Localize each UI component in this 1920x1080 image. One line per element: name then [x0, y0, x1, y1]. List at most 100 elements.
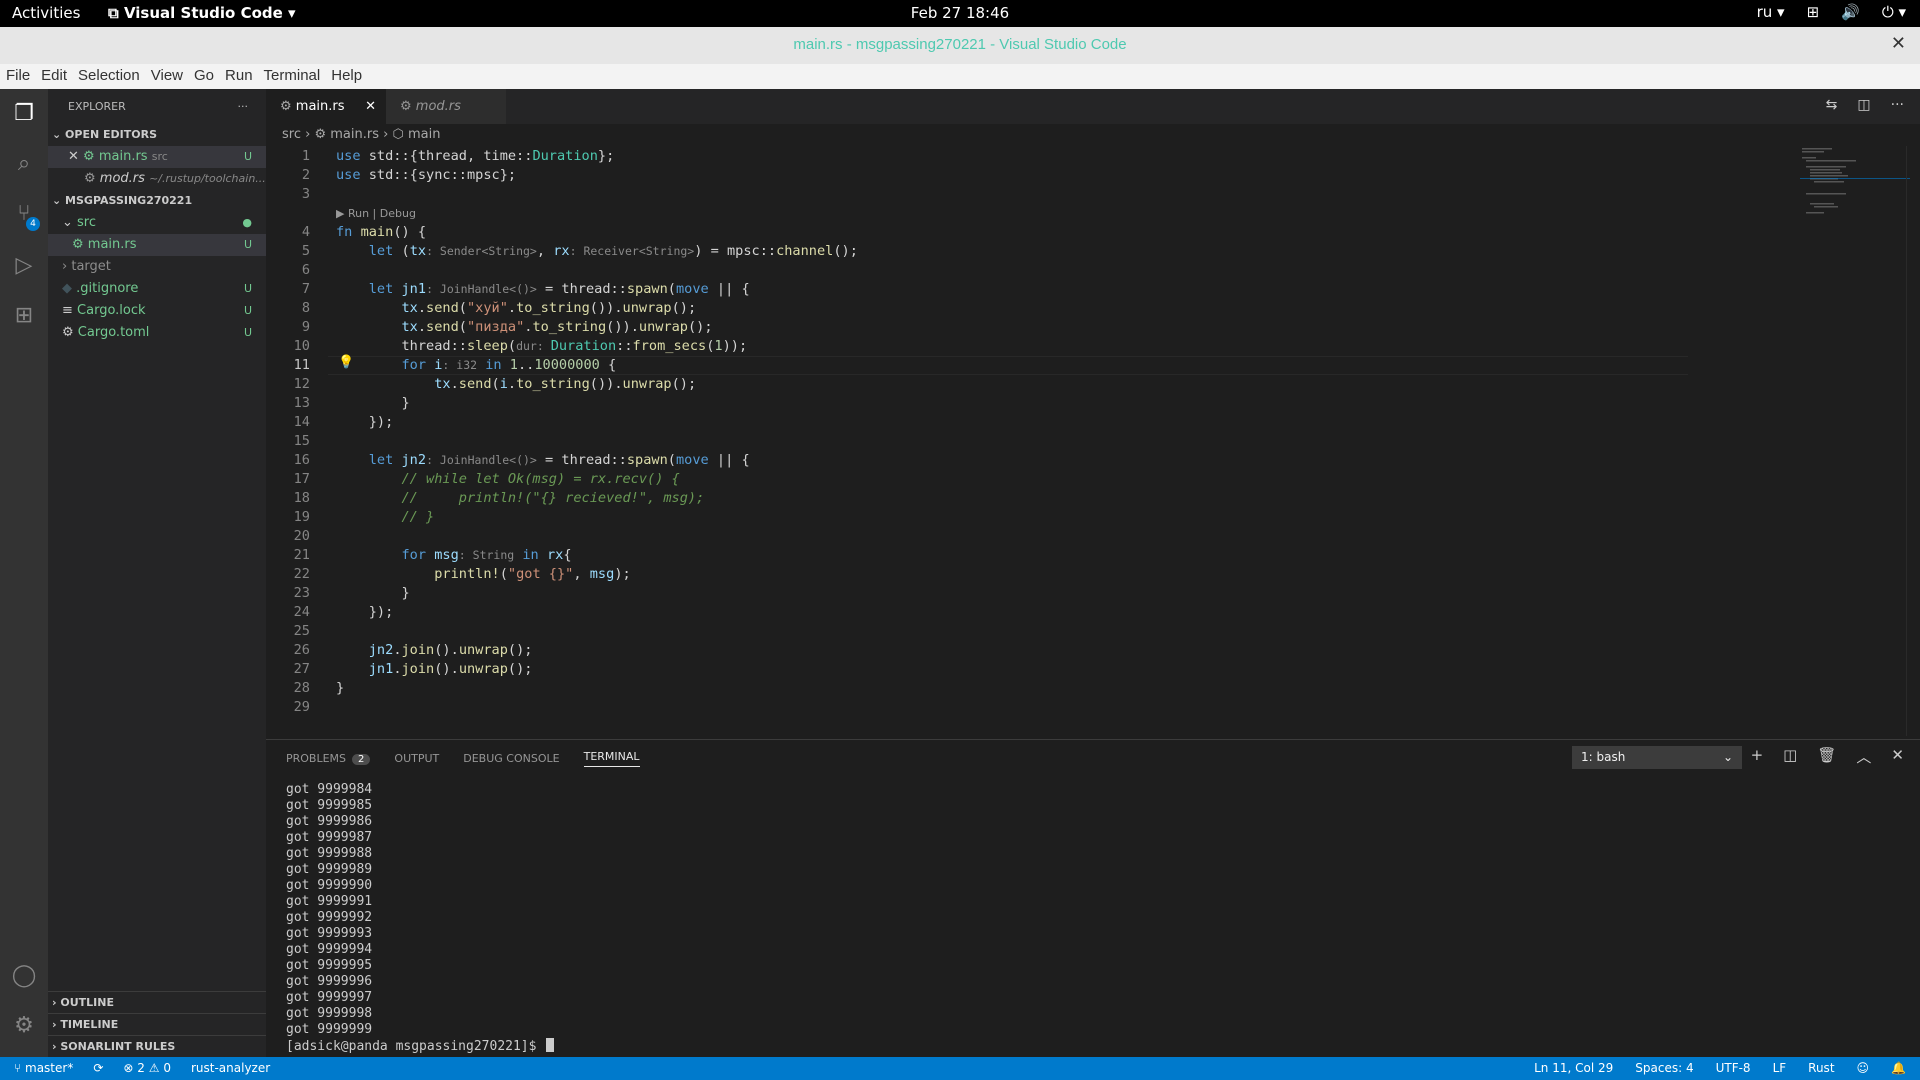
language-mode[interactable]: Rust — [1808, 1057, 1834, 1080]
tab-main-rs[interactable]: ⚙ main.rs ✕ — [266, 89, 386, 124]
code-line[interactable]: use std::{thread, time::Duration}; — [336, 148, 614, 164]
close-panel-icon[interactable]: ✕ — [1891, 746, 1904, 767]
close-window-icon[interactable]: ✕ — [1891, 33, 1906, 54]
code-line[interactable]: // println!("{} recieved!", msg); — [336, 490, 704, 506]
tree-item-main-rs[interactable]: ⚙ main.rs U — [48, 234, 266, 256]
open-editor-item[interactable]: ✕ ⚙ main.rs src U — [48, 146, 266, 168]
app-menu[interactable]: ⧉ Visual Studio Code ▾ — [108, 4, 296, 22]
sync-icon[interactable]: ⟳ — [93, 1057, 103, 1080]
close-icon[interactable]: ✕ — [365, 89, 376, 124]
cursor-position[interactable]: Ln 11, Col 29 — [1534, 1057, 1613, 1080]
code-line[interactable]: } — [336, 585, 409, 601]
minimap[interactable] — [1800, 146, 1910, 216]
explorer-title: EXPLORER — [68, 100, 126, 113]
tree-item-cargo-lock[interactable]: ≡ Cargo.lock U — [48, 300, 266, 322]
menu-terminal[interactable]: Terminal — [258, 64, 326, 89]
code-line[interactable]: println!("got {}", msg); — [336, 566, 630, 582]
end-of-line[interactable]: LF — [1773, 1057, 1787, 1080]
code-line[interactable]: tx.send("пизда".to_string()).unwrap(); — [336, 319, 712, 335]
rust-analyzer-status[interactable]: rust-analyzer — [191, 1057, 270, 1080]
menu-run[interactable]: Run — [219, 64, 258, 89]
tab-mod-rs[interactable]: ⚙ mod.rs — [386, 89, 506, 124]
tree-item-target[interactable]: › target — [48, 256, 266, 278]
sonarlint-section[interactable]: › SONARLINT RULES — [48, 1035, 266, 1057]
tree-item-src[interactable]: ⌄ src ● — [48, 212, 266, 234]
outline-section[interactable]: › OUTLINE — [48, 991, 266, 1013]
terminal-select[interactable]: 1: bash ⌄ — [1572, 746, 1742, 769]
code-line[interactable]: tx.send(i.to_string()).unwrap(); — [336, 376, 696, 392]
menu-file[interactable]: File — [0, 64, 35, 89]
new-terminal-icon[interactable]: + — [1751, 746, 1764, 767]
gear-icon[interactable]: ⚙ — [10, 1013, 38, 1041]
open-editor-item[interactable]: ⚙ mod.rs ~/.rustup/toolchain... — [48, 168, 266, 190]
code-line[interactable]: // while let Ok(msg) = rx.recv() { — [336, 471, 679, 487]
code-line[interactable]: let jn1: JoinHandle<()> = thread::spawn(… — [336, 281, 750, 297]
clock-label[interactable]: Feb 27 18:46 — [911, 4, 1009, 22]
code-line[interactable]: let jn2: JoinHandle<()> = thread::spawn(… — [336, 452, 750, 468]
tree-item-gitignore[interactable]: ◆ .gitignore U — [48, 278, 266, 300]
split-editor-icon[interactable]: ◫ — [1857, 97, 1870, 113]
account-icon[interactable]: ◯ — [10, 963, 38, 991]
trash-icon[interactable]: 🗑 — [1817, 746, 1836, 767]
menu-view[interactable]: View — [145, 64, 188, 89]
code-line[interactable]: } — [336, 680, 344, 696]
search-icon[interactable]: ⌕ — [10, 151, 38, 179]
code-line[interactable]: for i: i32 in 1..10000000 { — [336, 357, 616, 373]
split-terminal-icon[interactable]: ◫ — [1783, 746, 1797, 767]
files-icon[interactable]: ❐ — [10, 101, 38, 129]
code-line[interactable]: thread::sleep(dur: Duration::from_secs(1… — [336, 338, 747, 354]
code-line[interactable]: let (tx: Sender<String>, rx: Receiver<St… — [336, 243, 858, 259]
breadcrumb-src[interactable]: src — [282, 127, 301, 142]
network-icon[interactable]: ⊞ — [1807, 3, 1820, 21]
terminal-output[interactable]: got 9999984 got 9999985 got 9999986 got 999… — [286, 782, 555, 1055]
close-icon[interactable]: ✕ — [68, 149, 79, 164]
code-line[interactable]: }); — [336, 414, 394, 430]
run-debug-icon[interactable]: ▷ — [10, 253, 38, 281]
bell-icon[interactable]: 🔔 — [1891, 1057, 1906, 1080]
menu-edit[interactable]: Edit — [35, 64, 72, 89]
code-line[interactable]: use std::{sync::mpsc}; — [336, 167, 516, 183]
menu-go[interactable]: Go — [188, 64, 219, 89]
breadcrumb-symbol[interactable]: main — [408, 127, 440, 142]
code-line[interactable]: for msg: String in rx{ — [336, 547, 571, 563]
open-editor-desc: src — [151, 150, 168, 163]
tab-terminal[interactable]: TERMINAL — [583, 750, 640, 767]
code-line[interactable]: }); — [336, 604, 394, 620]
run-debug-codelens[interactable]: ▶ Run | Debug — [336, 207, 416, 220]
editor-tabs: ⚙ main.rs ✕ ⚙ mod.rs ⇆ ◫ ··· — [266, 89, 1920, 124]
project-section[interactable]: ⌄ MSGPASSING270221 — [48, 190, 266, 212]
timeline-section[interactable]: › TIMELINE — [48, 1013, 266, 1035]
line-number: 4 — [301, 224, 310, 240]
code-line[interactable]: tx.send("хуй".to_string()).unwrap(); — [336, 300, 696, 316]
open-editors-section[interactable]: ⌄ OPEN EDITORS — [48, 124, 266, 146]
volume-icon[interactable]: 🔊 — [1841, 3, 1860, 21]
encoding[interactable]: UTF-8 — [1716, 1057, 1751, 1080]
code-line[interactable]: jn1.join().unwrap(); — [336, 661, 533, 677]
panel-actions: + ◫ 🗑 ︿ ✕ — [1751, 746, 1904, 767]
tab-output[interactable]: OUTPUT — [394, 752, 439, 765]
more-actions-icon[interactable]: ··· — [1891, 97, 1904, 113]
tree-item-cargo-toml[interactable]: ⚙ Cargo.toml U — [48, 322, 266, 344]
more-actions-icon[interactable]: ··· — [238, 89, 249, 124]
open-changes-icon[interactable]: ⇆ — [1826, 97, 1838, 113]
code-line[interactable]: fn main() { — [336, 224, 426, 240]
indentation[interactable]: Spaces: 4 — [1635, 1057, 1693, 1080]
extensions-icon[interactable]: ⊞ — [10, 303, 38, 331]
code-line[interactable]: jn2.join().unwrap(); — [336, 642, 533, 658]
editor-scrollbar[interactable] — [1906, 146, 1920, 736]
feedback-icon[interactable]: ☺ — [1857, 1057, 1870, 1080]
tab-problems[interactable]: PROBLEMS 2 — [286, 752, 371, 765]
breadcrumb-file[interactable]: main.rs — [330, 127, 379, 142]
maximize-panel-icon[interactable]: ︿ — [1856, 746, 1871, 767]
menu-selection[interactable]: Selection — [72, 64, 145, 89]
problems-indicator[interactable]: ⊗ 2 ⚠ 0 — [123, 1057, 171, 1080]
menu-help[interactable]: Help — [325, 64, 367, 89]
tab-debug-console[interactable]: DEBUG CONSOLE — [463, 752, 559, 765]
keyboard-layout[interactable]: ru ▾ — [1757, 3, 1785, 21]
sidebar-bottom-sections: › OUTLINE › TIMELINE › SONARLINT RULES — [48, 991, 266, 1057]
code-line[interactable]: } — [336, 395, 409, 411]
branch-indicator[interactable]: ⑂ master* — [14, 1057, 73, 1080]
activities-button[interactable]: Activities — [12, 4, 80, 22]
code-line[interactable]: // } — [336, 509, 434, 525]
power-icon[interactable]: ⏻ ▾ — [1882, 3, 1906, 21]
